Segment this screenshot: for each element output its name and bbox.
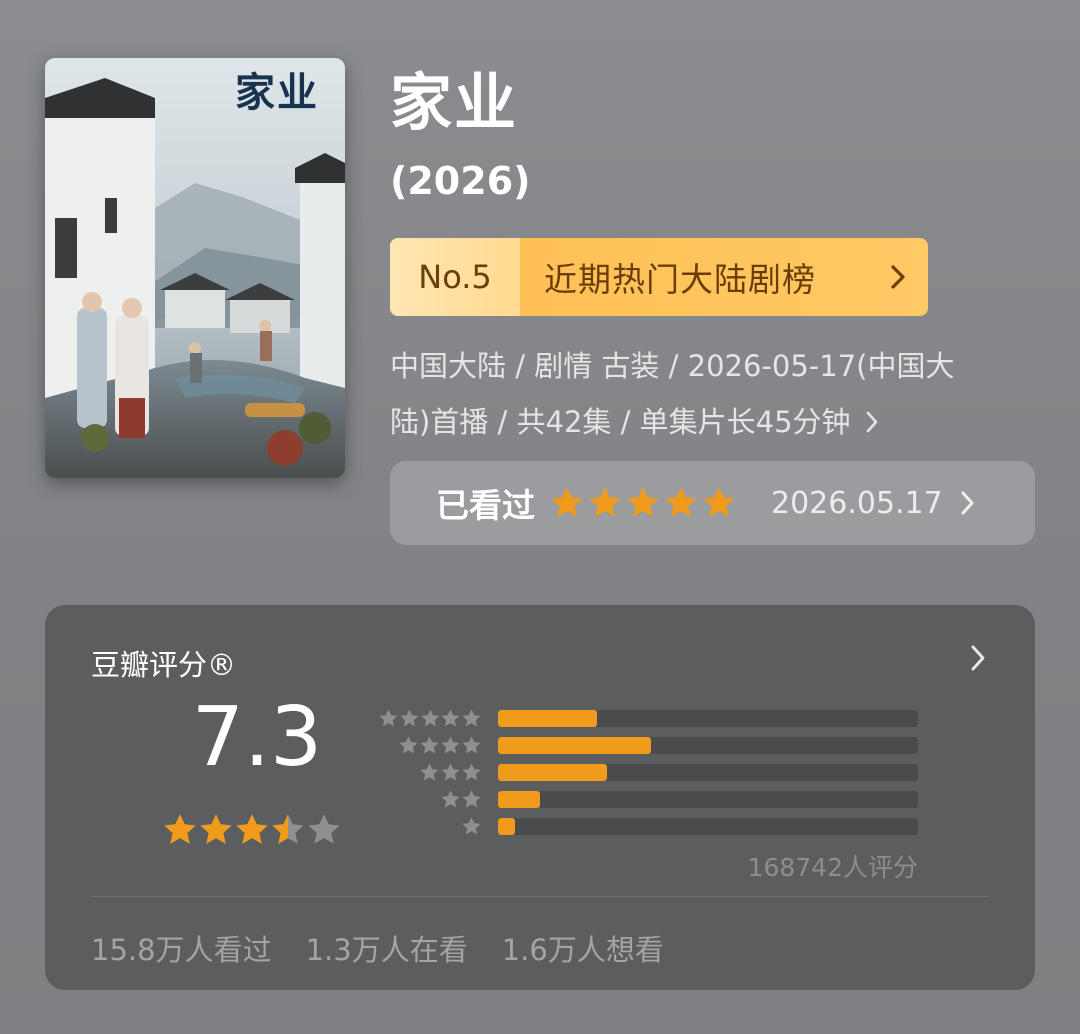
rating-distribution	[378, 705, 918, 840]
star-icon	[627, 487, 659, 517]
rating-bar-stars	[378, 789, 482, 810]
douban-rating-card[interactable]: 豆瓣评分® 7.3 168742人评分 15.8万人看过 1.3万人在看 1.6…	[45, 605, 1035, 990]
rating-bar-track	[498, 737, 918, 754]
rating-bar-stars	[378, 762, 482, 783]
star-icon	[441, 736, 460, 754]
page-title: 家业	[390, 66, 519, 139]
star-icon	[379, 709, 398, 727]
rating-bar-stars	[378, 816, 482, 837]
rating-bar-stars	[378, 735, 482, 756]
rating-bar-fill	[498, 737, 652, 754]
chevron-right-icon	[868, 238, 928, 316]
rating-score: 7.3	[191, 690, 323, 785]
watched-date: 2026.05.17	[771, 485, 943, 521]
star-icon	[589, 487, 621, 517]
star-icon	[462, 790, 481, 808]
user-rating-stars	[549, 485, 737, 521]
rating-bar-fill	[498, 710, 597, 727]
divider	[90, 896, 990, 897]
rating-stars	[162, 812, 342, 848]
star-icon	[703, 487, 735, 517]
rating-count: 168742人评分	[747, 853, 918, 882]
star-icon	[200, 814, 232, 844]
star-icon	[665, 487, 697, 517]
chevron-right-icon	[865, 410, 879, 434]
rating-bar-track	[498, 818, 918, 835]
star-icon	[551, 487, 583, 517]
rating-bar-fill	[498, 764, 608, 781]
stat-watched[interactable]: 15.8万人看过	[91, 927, 272, 969]
poster-title: 家业	[235, 69, 319, 116]
star-icon	[441, 790, 460, 808]
star-icon	[420, 709, 440, 727]
poster-image[interactable]: 家业	[45, 58, 345, 478]
rating-bar-row	[378, 813, 918, 840]
rating-bar-track	[498, 791, 918, 808]
star-icon	[462, 763, 481, 781]
rating-bar-fill	[498, 791, 540, 808]
star-icon	[400, 709, 419, 727]
star-icon	[164, 814, 196, 844]
stat-want-to-watch[interactable]: 1.6万人想看	[502, 927, 664, 969]
star-icon	[462, 709, 481, 727]
poster-artwork	[45, 58, 345, 478]
rating-bar-row	[378, 732, 918, 759]
meta-line-2: 陆)首播 / 共42集 / 单集片长45分钟	[390, 394, 1020, 450]
star-icon	[420, 736, 439, 754]
drama-meta-info[interactable]: 中国大陆 / 剧情 古装 / 2026-05-17(中国大 陆)首播 / 共42…	[390, 338, 1020, 450]
audience-stats: 15.8万人看过 1.3万人在看 1.6万人想看	[91, 927, 664, 969]
rating-bar-track	[498, 764, 918, 781]
rating-bar-row	[378, 705, 918, 732]
ranking-number: No.5	[390, 238, 520, 316]
rating-bar-track	[498, 710, 918, 727]
star-icon	[236, 814, 268, 844]
meta-line-1: 中国大陆 / 剧情 古装 / 2026-05-17(中国大	[390, 349, 955, 383]
star-icon	[462, 817, 481, 835]
ranking-banner[interactable]: No.5 近期热门大陆剧榜	[390, 238, 928, 316]
star-icon	[308, 814, 340, 844]
chevron-right-icon	[959, 489, 975, 517]
star-icon	[272, 814, 304, 844]
star-icon	[441, 763, 460, 781]
star-icon	[420, 763, 439, 781]
star-icon	[399, 736, 418, 754]
meta-line-2-text: 陆)首播 / 共42集 / 单集片长45分钟	[390, 405, 851, 439]
watched-status-button[interactable]: 已看过 2026.05.17	[390, 461, 1035, 545]
ranking-label: 近期热门大陆剧榜	[544, 260, 816, 299]
watched-label: 已看过	[436, 486, 535, 525]
rating-bar-fill	[498, 818, 515, 835]
star-icon	[462, 736, 481, 754]
rating-bar-row	[378, 759, 918, 786]
release-year: (2026)	[390, 159, 531, 203]
rating-bar-stars	[378, 708, 482, 729]
star-icon	[441, 709, 460, 727]
stat-watching[interactable]: 1.3万人在看	[306, 927, 468, 969]
rating-card-title: 豆瓣评分®	[91, 648, 237, 682]
chevron-right-icon[interactable]	[969, 643, 987, 677]
rating-bar-row	[378, 786, 918, 813]
